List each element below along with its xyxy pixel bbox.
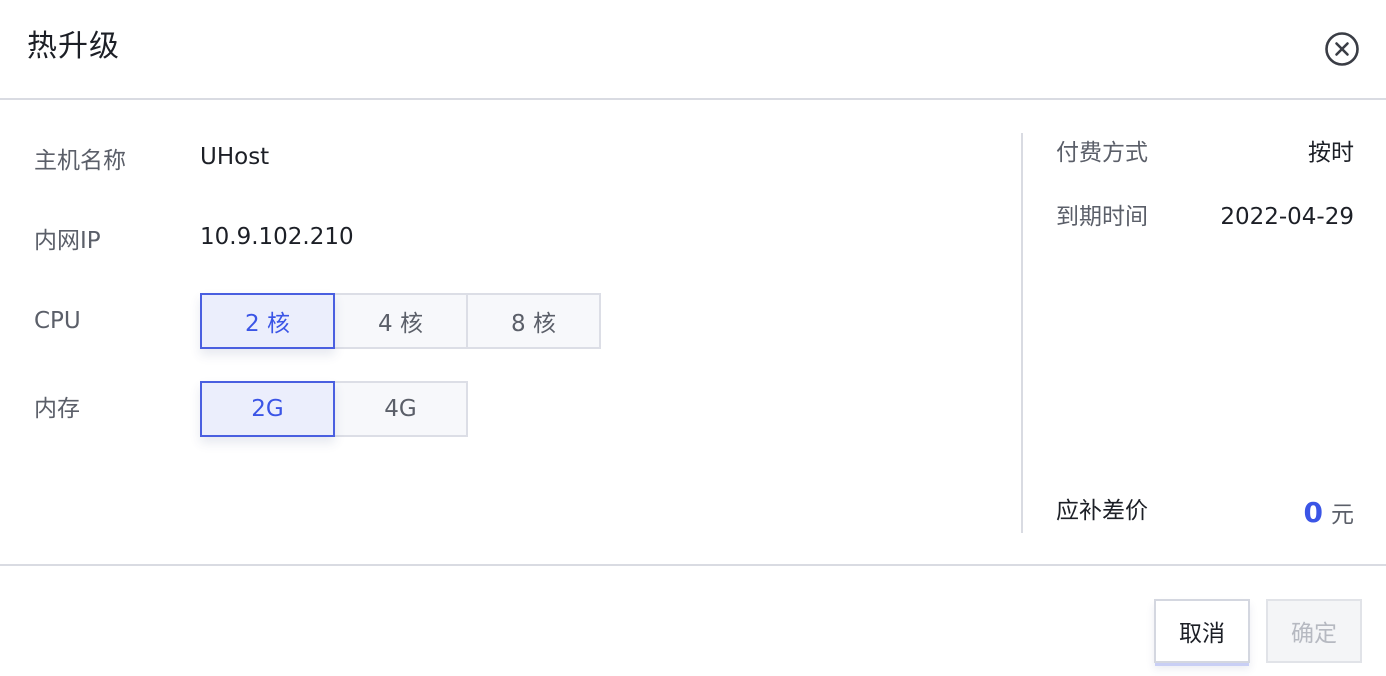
close-icon[interactable] (1324, 31, 1360, 67)
dialog-title: 热升级 (27, 29, 120, 64)
dialog-footer: 取消 确定 (0, 564, 1386, 676)
memory-option-2g[interactable]: 2G (200, 381, 335, 437)
memory-selector: 2G 4G (200, 381, 468, 437)
billing-value: 按时 (1308, 140, 1354, 166)
price-diff-value: 0元 (1304, 496, 1354, 534)
cpu-selector: 2 核 4 核 8 核 (200, 293, 601, 349)
cpu-option-2[interactable]: 2 核 (200, 293, 335, 349)
expire-label: 到期时间 (1056, 204, 1148, 230)
cpu-option-4[interactable]: 4 核 (333, 293, 468, 349)
dialog-body: 主机名称 UHost 内网IP 10.9.102.210 CPU 2 核 4 核… (0, 100, 1386, 566)
private-ip-label: 内网IP (34, 228, 101, 254)
private-ip-value: 10.9.102.210 (200, 224, 354, 250)
host-name-label: 主机名称 (34, 148, 126, 174)
cancel-button[interactable]: 取消 (1154, 599, 1250, 663)
cpu-label: CPU (34, 308, 81, 334)
dialog-header: 热升级 (0, 0, 1386, 100)
memory-label: 内存 (34, 396, 80, 422)
price-diff-unit: 元 (1331, 502, 1354, 528)
host-name-value: UHost (200, 144, 270, 170)
billing-label: 付费方式 (1056, 140, 1148, 166)
confirm-button[interactable]: 确定 (1266, 599, 1362, 663)
price-diff-label: 应补差价 (1056, 498, 1148, 524)
hot-upgrade-dialog: 热升级 主机名称 UHost 内网IP 10.9.102.210 CPU 2 核… (0, 0, 1386, 676)
vertical-divider (1021, 133, 1023, 533)
memory-option-4g[interactable]: 4G (333, 381, 468, 437)
cpu-option-8[interactable]: 8 核 (466, 293, 601, 349)
expire-value: 2022-04-29 (1220, 204, 1354, 230)
price-diff-amount: 0 (1303, 496, 1323, 529)
